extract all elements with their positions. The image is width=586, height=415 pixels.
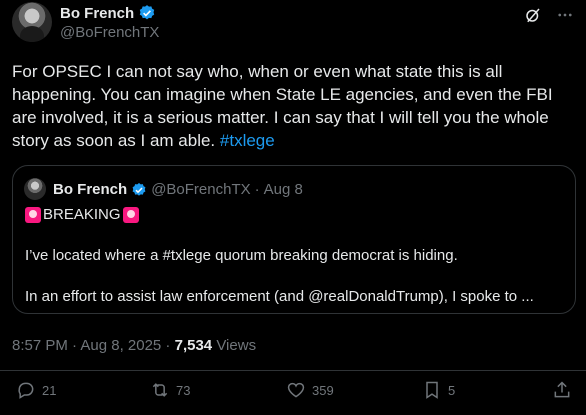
bookmark-count: 5 [448,382,456,398]
more-icon[interactable] [556,6,574,24]
views-count: 7,534 [174,337,213,354]
quote-line-2: I’ve located where a #txlege quorum brea… [25,247,458,264]
divider [0,370,586,371]
share-button[interactable] [552,380,572,400]
quoted-tweet[interactable]: Bo French @BoFrenchTX · Aug 8 BREAKING I… [12,165,576,314]
quote-author-handle: @BoFrenchTX [151,181,251,198]
verified-badge-icon [132,182,146,196]
quote-breaking-text: BREAKING [43,206,121,223]
tweet-text: For OPSEC I can not say who, when or eve… [12,60,572,152]
grok-icon[interactable] [524,6,542,24]
share-icon [554,381,570,398]
repost-icon [152,383,168,397]
quote-author-name: Bo French [53,181,128,198]
top-actions [524,6,574,24]
author-name-row: Bo French [60,4,156,22]
siren-icon [25,206,41,223]
reply-count: 21 [42,382,57,398]
repost-button[interactable]: 73 [150,380,190,400]
action-bar: 21 73 359 5 [0,380,586,410]
reply-button[interactable]: 21 [16,380,56,400]
author-avatar[interactable] [12,2,52,42]
verified-badge-icon [139,5,155,20]
quote-header: Bo French @BoFrenchTX · Aug 8 [53,181,303,198]
quote-line-3: In an effort to assist law enforcement (… [25,288,534,305]
tweet-meta: 8:57 PM · Aug 8, 2025 · 7,534 Views [12,337,256,354]
like-icon [287,382,305,398]
bookmark-icon [426,381,438,399]
bookmark-button[interactable]: 5 [422,380,455,400]
repost-count: 73 [176,382,191,398]
tweet-timestamp[interactable]: 8:57 PM · Aug 8, 2025 · [12,337,175,354]
quote-separator: · [254,181,260,198]
author-name[interactable]: Bo French [60,5,134,22]
tweet-body: For OPSEC I can not say who, when or eve… [12,62,553,150]
like-button[interactable]: 359 [286,380,334,400]
siren-icon [122,206,139,223]
like-count: 359 [312,382,334,398]
quote-date: Aug 8 [263,181,303,198]
tweet-hashtag[interactable]: #txlege [220,131,275,150]
quote-avatar [24,178,46,200]
views-label: Views [212,337,257,354]
author-handle[interactable]: @BoFrenchTX [60,24,159,41]
quote-line-breaking: BREAKING [25,206,139,223]
reply-icon [18,382,34,399]
